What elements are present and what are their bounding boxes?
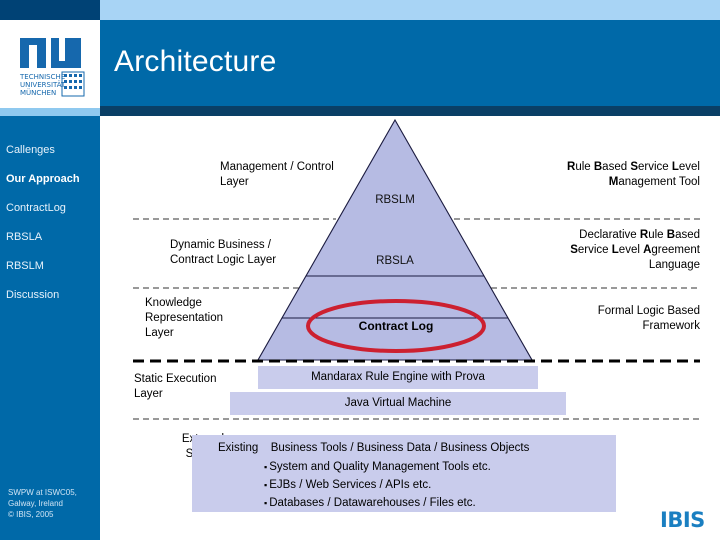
footer-credit: SWPW at ISWC05, Galway, Ireland © IBIS, … (8, 488, 77, 519)
architecture-diagram: Management / Control Layer RBSLM Rule Ba… (100, 116, 720, 540)
layer-2-right-label: Declarative Rule Based Service Level Agre… (570, 229, 700, 271)
logo-underline (0, 108, 100, 116)
external-system-box: Existing Business Tools / Business Data … (192, 435, 616, 512)
sidebar-item-contractlog[interactable]: ContractLog (6, 202, 66, 214)
layer-3-right-label: Formal Logic Based Framework (597, 305, 700, 332)
external-box-row: Existing Business Tools / Business Data … (218, 442, 529, 454)
header-navy-strip (100, 106, 720, 116)
sidebar-item-rbsla[interactable]: RBSLA (6, 231, 42, 243)
external-existing-label: Existing (218, 442, 259, 454)
sidebar-item-rbslm[interactable]: RBSLM (6, 260, 44, 272)
page-title: Architecture (114, 45, 277, 78)
external-item: EJBs / Web Services / APIs etc. (264, 476, 491, 494)
svg-text:UNIVERSITÄT: UNIVERSITÄT (20, 80, 66, 89)
sidebar-item-callenges[interactable]: Callenges (6, 144, 55, 156)
contract-log-label: Contract Log (358, 319, 434, 333)
slide: TECHNISCHE UNIVERSITÄT MÜNCHEN Architect… (0, 0, 720, 540)
pyramid-tier-1-label: RBSLM (375, 194, 415, 206)
external-items-list: System and Quality Management Tools etc.… (264, 458, 491, 512)
svg-text:TECHNISCHE: TECHNISCHE (19, 73, 65, 81)
layer-1-right-label: Rule Based Service Level Management Tool (567, 161, 700, 188)
layer-3-left-label: Knowledge Representation Layer (145, 297, 223, 339)
tum-logo: TECHNISCHE UNIVERSITÄT MÜNCHEN (19, 38, 85, 97)
jvm-box: Java Virtual Machine (230, 392, 566, 415)
external-heading: Business Tools / Business Data / Busines… (270, 442, 530, 454)
header-dark-corner (0, 0, 100, 20)
sidebar-item-our-approach[interactable]: Our Approach (6, 173, 80, 185)
layer-1-left-label: Management / Control Layer (220, 161, 334, 188)
header-light-band (100, 0, 720, 20)
external-item: System and Quality Management Tools etc. (264, 458, 491, 476)
mandarax-box: Mandarax Rule Engine with Prova (258, 366, 538, 389)
external-item: Databases / Datawarehouses / Files etc. (264, 494, 491, 512)
sidebar-item-discussion[interactable]: Discussion (6, 289, 59, 301)
svg-text:MÜNCHEN: MÜNCHEN (20, 88, 56, 97)
